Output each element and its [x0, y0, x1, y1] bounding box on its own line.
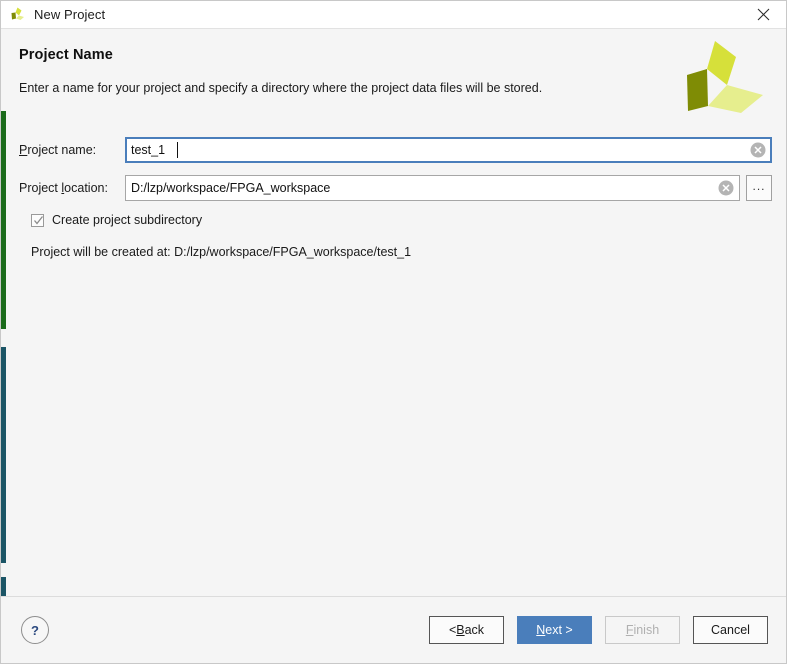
- project-name-field-wrap: [125, 137, 772, 163]
- xilinx-brand-logo: [684, 37, 768, 117]
- back-button-pre: <: [448, 623, 457, 637]
- page-title: Project Name: [19, 47, 113, 63]
- page-subtitle: Enter a name for your project and specif…: [19, 81, 543, 95]
- dialog-body: Project Name Enter a name for your proje…: [1, 29, 786, 596]
- accent-strip-teal-upper: [1, 347, 6, 563]
- window-title: New Project: [34, 7, 106, 22]
- cancel-button-label: Cancel: [711, 623, 750, 637]
- project-form: Project name: Project location:: [1, 115, 786, 259]
- finish-button: Finish: [605, 616, 680, 644]
- cancel-button[interactable]: Cancel: [693, 616, 768, 644]
- project-location-row: Project location: ...: [1, 175, 786, 201]
- clear-circle-icon[interactable]: [750, 142, 766, 158]
- new-project-dialog: New Project Project Name Enter a name fo…: [0, 0, 787, 664]
- project-location-label-post: ocation:: [64, 181, 108, 195]
- next-button[interactable]: Next >: [517, 616, 592, 644]
- project-location-label-pre: Project: [19, 181, 62, 195]
- next-button-mnemonic: N: [536, 623, 546, 637]
- title-bar: New Project: [1, 1, 786, 29]
- create-subdirectory-label: Create project subdirectory: [52, 213, 203, 227]
- help-button[interactable]: ?: [21, 616, 49, 644]
- back-button-post: ack: [464, 623, 485, 637]
- browse-button[interactable]: ...: [746, 175, 772, 201]
- project-name-row: Project name:: [1, 137, 786, 163]
- project-path-status: Project will be created at: D:/lzp/works…: [31, 245, 412, 259]
- text-caret: [177, 142, 178, 158]
- clear-circle-icon[interactable]: [718, 180, 734, 196]
- project-name-input[interactable]: [125, 137, 772, 163]
- project-location-input[interactable]: [125, 175, 740, 201]
- project-name-label: Project name:: [19, 143, 125, 157]
- wizard-button-group: < Back Next > Finish Cancel: [429, 616, 768, 644]
- project-location-label: Project location:: [19, 181, 125, 195]
- dialog-footer: ? < Back Next > Finish Cancel: [1, 596, 786, 663]
- create-subdirectory-checkbox[interactable]: [31, 213, 44, 227]
- next-button-post: ext >: [545, 623, 573, 637]
- accent-strip-teal-lower: [1, 577, 6, 596]
- back-button[interactable]: < Back: [429, 616, 504, 644]
- page-header: Project Name Enter a name for your proje…: [1, 29, 786, 115]
- project-name-label-text: roject name:: [27, 143, 97, 157]
- close-icon[interactable]: [741, 1, 786, 27]
- back-button-mnemonic: B: [456, 623, 465, 637]
- finish-button-post: inish: [633, 623, 660, 637]
- create-subdirectory-row: Create project subdirectory: [1, 213, 786, 227]
- finish-button-mnemonic: F: [625, 623, 634, 637]
- xilinx-logo-icon: [9, 6, 27, 24]
- project-location-field-wrap: [125, 175, 740, 201]
